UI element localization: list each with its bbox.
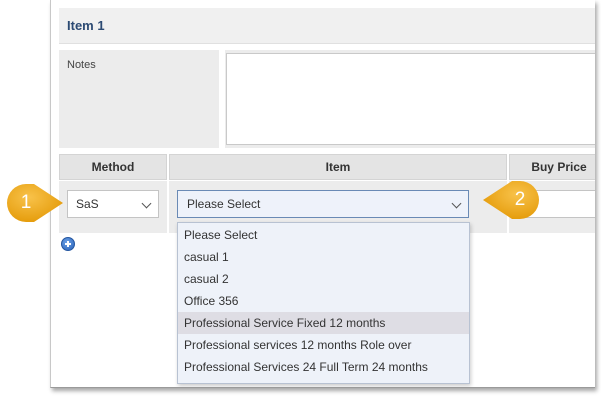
dropdown-option[interactable]: Please Select bbox=[178, 224, 469, 246]
notes-label: Notes bbox=[67, 59, 96, 71]
plus-circle-icon[interactable] bbox=[61, 237, 75, 251]
column-header-buy-price: Buy Price bbox=[509, 154, 595, 180]
dropdown-option[interactable]: Office 356 bbox=[178, 290, 469, 312]
item-header: Item 1 bbox=[59, 8, 595, 44]
item-title: Item 1 bbox=[67, 18, 105, 33]
column-header-method: Method bbox=[59, 154, 167, 180]
item-select[interactable]: Please Select bbox=[177, 190, 469, 218]
chevron-down-icon bbox=[451, 198, 462, 209]
callout-1: 1 bbox=[6, 183, 64, 223]
dropdown-option[interactable]: casual 2 bbox=[178, 268, 469, 290]
callout-1-number: 1 bbox=[20, 192, 32, 213]
dropdown-option-highlighted[interactable]: Professional Service Fixed 12 months bbox=[178, 312, 469, 334]
dropdown-option[interactable]: casual 1 bbox=[178, 246, 469, 268]
notes-label-cell: Notes bbox=[59, 50, 219, 148]
callout-2-number: 2 bbox=[514, 189, 526, 210]
method-cell: SaS bbox=[59, 181, 167, 233]
notes-textarea[interactable] bbox=[226, 53, 595, 145]
dropdown-option[interactable]: Professional services 12 months Role ove… bbox=[178, 334, 469, 356]
method-select-value: SaS bbox=[76, 197, 99, 211]
item-dropdown-list: Please Select casual 1 casual 2 Office 3… bbox=[177, 222, 470, 384]
column-header-item: Item bbox=[169, 154, 507, 180]
notes-cell bbox=[225, 50, 595, 148]
item-select-value: Please Select bbox=[187, 197, 261, 211]
callout-2: 2 bbox=[482, 180, 540, 220]
method-select[interactable]: SaS bbox=[67, 190, 159, 218]
chevron-down-icon bbox=[141, 198, 152, 209]
dropdown-option[interactable]: Professional Services 24 Full Term 24 mo… bbox=[178, 356, 469, 378]
